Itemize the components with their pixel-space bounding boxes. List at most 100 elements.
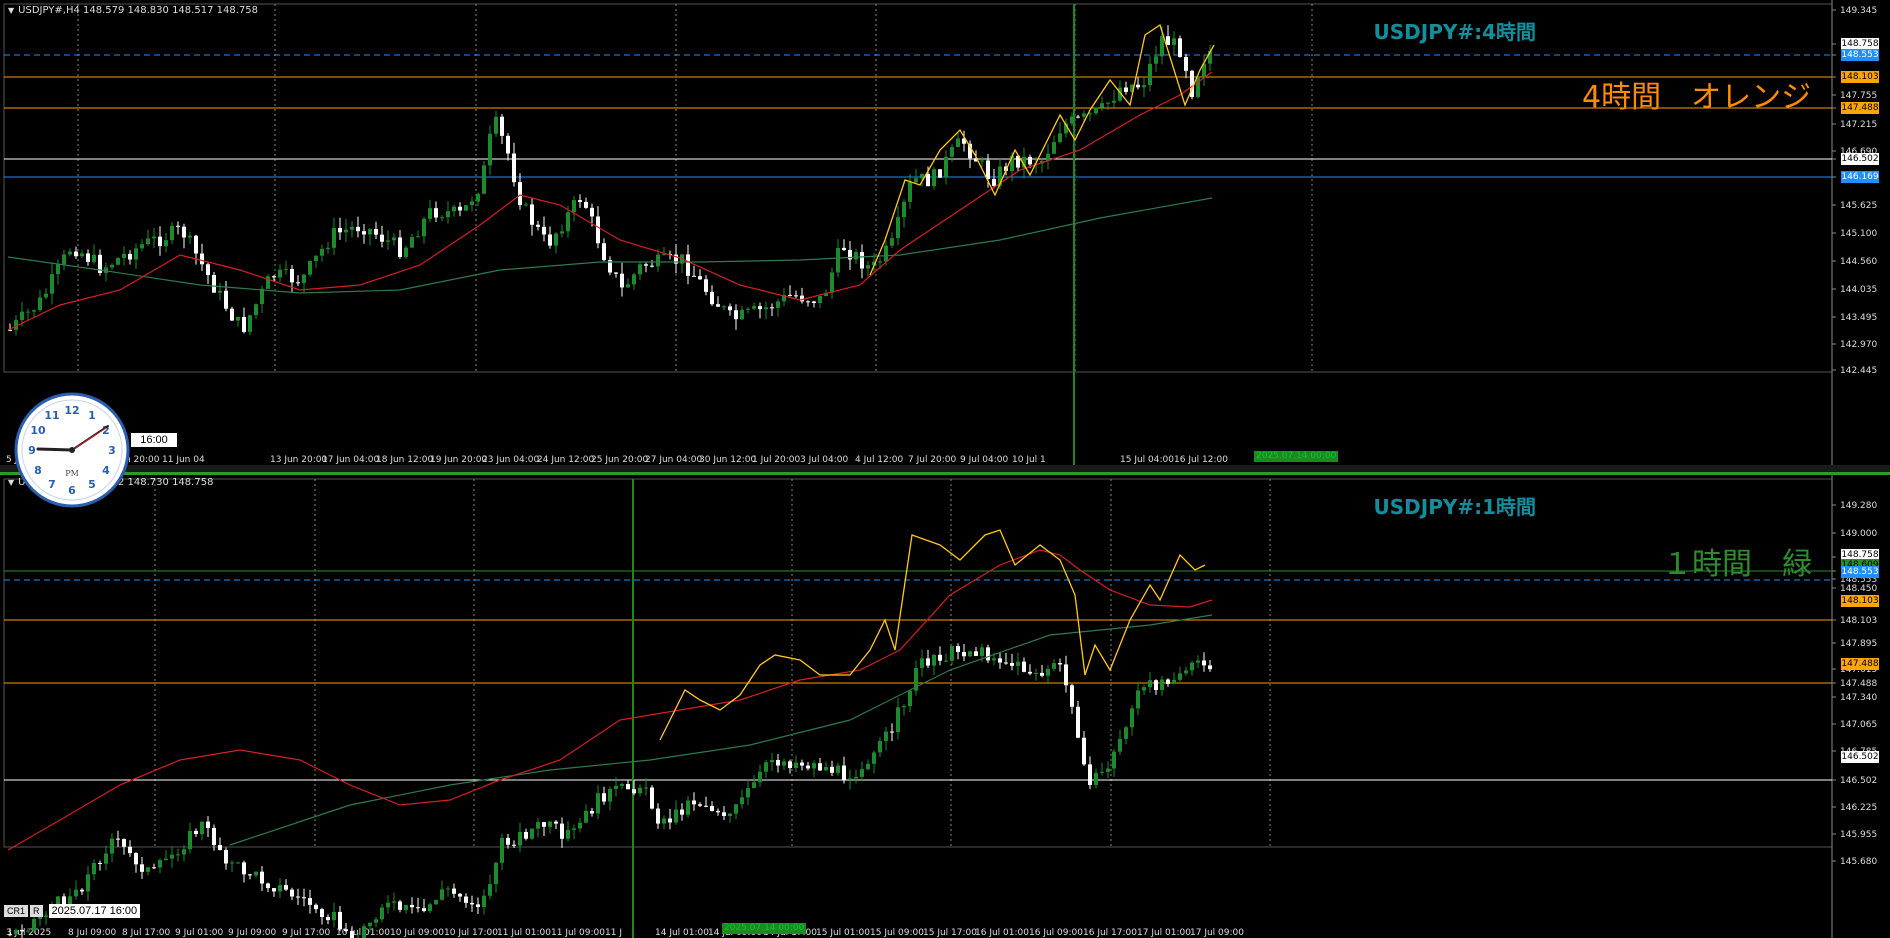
candle-body — [272, 276, 276, 277]
time-axis-label: 17 Jun 04:00 — [322, 455, 379, 465]
candle-body — [674, 810, 678, 823]
candle-body — [932, 169, 936, 186]
svg-text:PM: PM — [65, 469, 79, 478]
candle-body — [104, 854, 108, 864]
candle-body — [686, 801, 690, 815]
time-axis-label: 11 Jul 01:00 — [497, 928, 551, 938]
candle-body — [992, 179, 996, 186]
chart-pane-h1[interactable]: 149.280149.000148.758148.609148.553148.4… — [0, 472, 1890, 938]
candle-body — [794, 295, 798, 296]
plot-frame — [4, 4, 1832, 372]
time-axis-label: 9 Jul 01:00 — [175, 928, 224, 938]
candle-body — [818, 296, 822, 303]
h1-chart-canvas[interactable]: 149.280149.000148.758148.609148.553148.4… — [0, 475, 1890, 938]
candle-body — [1034, 673, 1038, 674]
candle-body — [308, 898, 312, 905]
candle-body — [668, 818, 672, 822]
candle-body — [536, 225, 540, 227]
candle-body — [92, 255, 96, 262]
candle-body — [350, 227, 354, 230]
candle-body — [440, 217, 444, 218]
bottom-status-area: CR1 R 2025.07.17 16:00 — [4, 904, 140, 918]
candle-body — [944, 661, 948, 662]
candle-body — [404, 905, 408, 910]
candle-body — [824, 767, 828, 771]
candle-body — [758, 306, 762, 309]
candle-body — [338, 912, 342, 929]
candle-body — [608, 789, 612, 802]
candle-body — [518, 182, 522, 205]
candle-body — [194, 236, 198, 254]
candle-body — [1082, 738, 1086, 765]
candle-body — [1022, 662, 1026, 672]
candle-body — [1172, 680, 1176, 684]
price-level-tag: 147.488 — [1841, 658, 1879, 670]
candle-body — [320, 909, 324, 917]
time-axis-label: 16 Jul 01:00 — [975, 928, 1029, 938]
tab-cr1[interactable]: CR1 — [4, 905, 28, 917]
price-axis-label: 145.680 — [1840, 857, 1877, 867]
candle-body — [338, 228, 342, 232]
h4-symbol-label: USDJPY#:4時間 — [1374, 16, 1537, 45]
time-axis-label: 7 Jul 20:00 — [908, 455, 957, 465]
moving-average-slow — [230, 615, 1212, 845]
h4-chart-canvas[interactable]: 149.345148.758148.553148.103147.755147.4… — [0, 0, 1890, 465]
time-axis-label: 14 Jul 01:00 — [655, 928, 709, 938]
candle-body — [584, 811, 588, 823]
candle-body — [740, 310, 744, 319]
candle-body — [218, 845, 222, 850]
candle-body — [236, 317, 240, 321]
candle-body — [1052, 663, 1056, 669]
candle-body — [1142, 687, 1146, 690]
candle-body — [800, 296, 804, 302]
candle-body — [386, 903, 390, 908]
candle-body — [848, 778, 852, 779]
price-axis-label: 147.895 — [1840, 639, 1877, 649]
candle-body — [470, 903, 474, 905]
time-axis-label: 10 Jul 09:00 — [390, 928, 444, 938]
time-axis-label: 15 Jul 09:00 — [870, 928, 924, 938]
candle-body — [1148, 680, 1152, 687]
candle-body — [278, 885, 282, 891]
candle-body — [1130, 708, 1134, 727]
candle-body — [86, 253, 90, 261]
candle-body — [698, 276, 702, 279]
svg-text:1: 1 — [88, 409, 96, 422]
candle-body — [548, 234, 552, 245]
candle-body — [1124, 727, 1128, 739]
candle-body — [494, 117, 498, 134]
candle-body — [116, 839, 120, 840]
candle-body — [770, 307, 774, 308]
candle-body — [278, 270, 282, 278]
candle-body — [812, 301, 816, 302]
candle-body — [1208, 665, 1212, 669]
pane-separator[interactable] — [0, 465, 1890, 472]
candle-body — [416, 236, 420, 237]
tab-r[interactable]: R — [30, 905, 43, 917]
candle-body — [1184, 57, 1188, 71]
candle-body — [572, 828, 576, 829]
candle-body — [188, 831, 192, 849]
candle-body — [1166, 679, 1170, 683]
candle-body — [212, 275, 216, 293]
candle-body — [50, 274, 54, 294]
candle-body — [602, 243, 606, 260]
time-axis-label: 23 Jun 04:00 — [482, 455, 539, 465]
candle-body — [776, 760, 780, 766]
candle-body — [764, 307, 768, 309]
candle-body — [890, 238, 894, 246]
candle-body — [860, 252, 864, 268]
candle-body — [656, 809, 660, 824]
candle-body — [158, 237, 162, 246]
h4-ohlc-text: USDJPY#,H4 148.579 148.830 148.517 148.7… — [18, 5, 258, 16]
price-axis-label: 147.755 — [1840, 91, 1877, 101]
candle-body — [1004, 663, 1008, 664]
chart-pane-h4[interactable]: 149.345148.758148.553148.103147.755147.4… — [0, 0, 1890, 466]
candle-body — [224, 291, 228, 309]
candle-body — [134, 853, 138, 864]
candle-body — [782, 761, 786, 765]
price-axis-label: 148.450 — [1840, 584, 1877, 594]
candle-body — [512, 154, 516, 183]
collapse-triangle-icon[interactable]: ▼ — [8, 6, 14, 15]
plot-frame — [4, 479, 1832, 847]
